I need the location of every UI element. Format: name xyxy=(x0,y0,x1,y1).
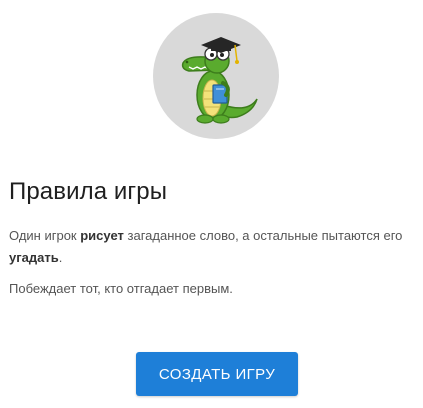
rules-paragraph-1: Один игрок рисует загаданное слово, а ос… xyxy=(9,225,419,269)
create-game-button[interactable]: СОЗДАТЬ ИГРУ xyxy=(136,352,298,396)
rules-p1-text-mid: загаданное слово, а остальные пытаются е… xyxy=(123,228,403,243)
rules-keyword-guess: угадать xyxy=(9,250,59,265)
mascot-avatar xyxy=(153,13,279,139)
crocodile-graduate-icon xyxy=(181,37,258,124)
game-rules-page: Правила игры Один игрок рисует загаданно… xyxy=(0,0,423,408)
rules-p1-text: Один игрок xyxy=(9,228,81,243)
rules-paragraph-2: Побеждает тот, кто отгадает первым. xyxy=(9,281,233,296)
rules-keyword-draws: рисует xyxy=(80,228,124,243)
rules-title: Правила игры xyxy=(9,178,168,205)
rules-p1-text-end: . xyxy=(58,250,63,265)
